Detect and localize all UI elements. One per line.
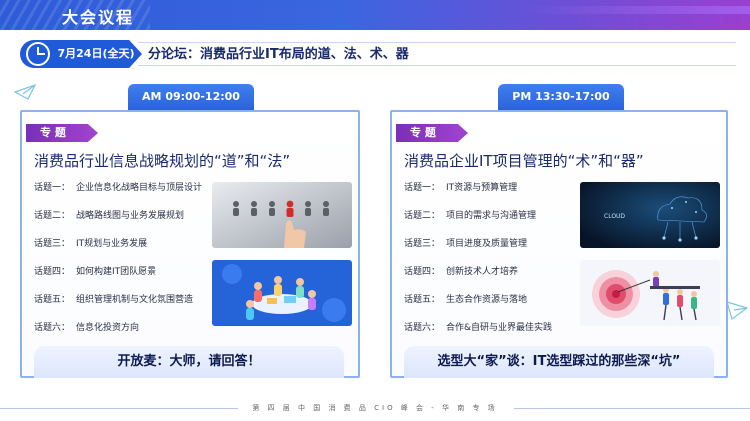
topic-text: 企业信息化战略目标与顶层设计 bbox=[76, 183, 203, 193]
session-title: 消费品行业信息战略规划的“道”和“法” bbox=[34, 152, 291, 170]
topic-number: 话题一： bbox=[404, 183, 441, 193]
topic-item: 话题三： IT规划与业务发展 bbox=[34, 238, 147, 250]
topic-text: 合作&自研与业界最佳实践 bbox=[446, 323, 553, 333]
topic-text: 组织管理机制与文化氛围营造 bbox=[76, 295, 194, 305]
topic-number: 话题四： bbox=[34, 267, 71, 277]
forum-bar: 分论坛：消费品行业IT布局的道、法、术、器 bbox=[138, 42, 736, 66]
topic-item: 话题一： 企业信息化战略目标与顶层设计 bbox=[34, 182, 202, 194]
topic-text: 战略路线图与业务发展规划 bbox=[76, 211, 185, 221]
clock-icon bbox=[26, 42, 50, 66]
topic-number: 话题一： bbox=[34, 183, 71, 193]
paper-plane-icon bbox=[726, 301, 748, 320]
topic-text: 项目的需求与沟通管理 bbox=[446, 211, 537, 221]
topic-tag: 专 题 bbox=[396, 124, 468, 142]
selection-talk-callout: 选型大“家”谈：IT选型踩过的那些深“坑” bbox=[404, 346, 714, 378]
topic-text: 生态合作资源与落地 bbox=[446, 295, 528, 305]
topic-number: 话题六： bbox=[404, 323, 441, 333]
people-selection-image bbox=[212, 182, 352, 248]
topic-number: 话题四： bbox=[404, 267, 441, 277]
header-bar: 大会议程 bbox=[0, 0, 750, 30]
topic-item: 话题五： 组织管理机制与文化氛围营造 bbox=[34, 294, 193, 306]
topic-item: 话题一： IT资源与预算管理 bbox=[404, 182, 517, 194]
open-mic-callout: 开放麦：大师，请回答！ bbox=[34, 346, 344, 378]
topic-text: IT资源与预算管理 bbox=[446, 183, 518, 193]
schedule-row: 7月24日(全天) 分论坛：消费品行业IT布局的道、法、术、器 bbox=[20, 40, 736, 68]
topic-tag: 专 题 bbox=[26, 124, 98, 142]
session-title: 消费品企业IT项目管理的“术”和“器” bbox=[404, 152, 644, 170]
topic-number: 话题五： bbox=[404, 295, 441, 305]
paper-plane-icon bbox=[14, 84, 36, 100]
morning-time-tab: AM 09:00-12:00 bbox=[128, 84, 254, 110]
topic-number: 话题五： bbox=[34, 295, 71, 305]
team-meeting-image bbox=[212, 260, 352, 326]
topic-item: 话题六： 信息化投资方向 bbox=[34, 322, 139, 334]
header-glow bbox=[520, 6, 750, 14]
topic-item: 话题二： 项目的需求与沟通管理 bbox=[404, 210, 536, 222]
topic-number: 话题二： bbox=[34, 211, 71, 221]
footer-text: 第 四 届 中 国 消 费 品 CIO 峰 会 - 华 南 专 场 bbox=[252, 404, 498, 412]
target-teamwork-image bbox=[580, 260, 720, 326]
topic-text: 如何构建IT团队愿景 bbox=[76, 267, 157, 277]
morning-session-panel: 专 题 消费品行业信息战略规划的“道”和“法” 话题一： 企业信息化战略目标与顶层… bbox=[20, 110, 360, 378]
topic-item: 话题三： 项目进度及质量管理 bbox=[404, 238, 527, 250]
topic-text: IT规划与业务发展 bbox=[76, 239, 148, 249]
cloud-label: CLOUD bbox=[604, 213, 625, 220]
topic-text: 信息化投资方向 bbox=[76, 323, 140, 333]
cloud-computing-image: CLOUD bbox=[580, 182, 720, 248]
topic-item: 话题四： 创新技术人才培养 bbox=[404, 266, 518, 278]
topic-number: 话题三： bbox=[404, 239, 441, 249]
topic-text: 创新技术人才培养 bbox=[446, 267, 519, 277]
afternoon-time-tab: PM 13:30-17:00 bbox=[498, 84, 624, 110]
topic-item: 话题六： 合作&自研与业界最佳实践 bbox=[404, 322, 552, 334]
topic-number: 话题六： bbox=[34, 323, 71, 333]
agenda-slide: 大会议程 7月24日(全天) 分论坛：消费品行业IT布局的道、法、术、器 AM … bbox=[0, 0, 750, 421]
afternoon-session-panel: 专 题 消费品企业IT项目管理的“术”和“器” 话题一： IT资源与预算管理 话题… bbox=[390, 110, 728, 378]
topic-text: 项目进度及质量管理 bbox=[446, 239, 528, 249]
topic-item: 话题二： 战略路线图与业务发展规划 bbox=[34, 210, 184, 222]
topic-item: 话题四： 如何构建IT团队愿景 bbox=[34, 266, 156, 278]
date-label: 7月24日(全天) bbox=[50, 40, 142, 68]
topic-number: 话题三： bbox=[34, 239, 71, 249]
page-title: 大会议程 bbox=[62, 8, 135, 27]
topic-item: 话题五： 生态合作资源与落地 bbox=[404, 294, 527, 306]
forum-title: 分论坛：消费品行业IT布局的道、法、术、器 bbox=[148, 47, 409, 62]
topic-number: 话题二： bbox=[404, 211, 441, 221]
